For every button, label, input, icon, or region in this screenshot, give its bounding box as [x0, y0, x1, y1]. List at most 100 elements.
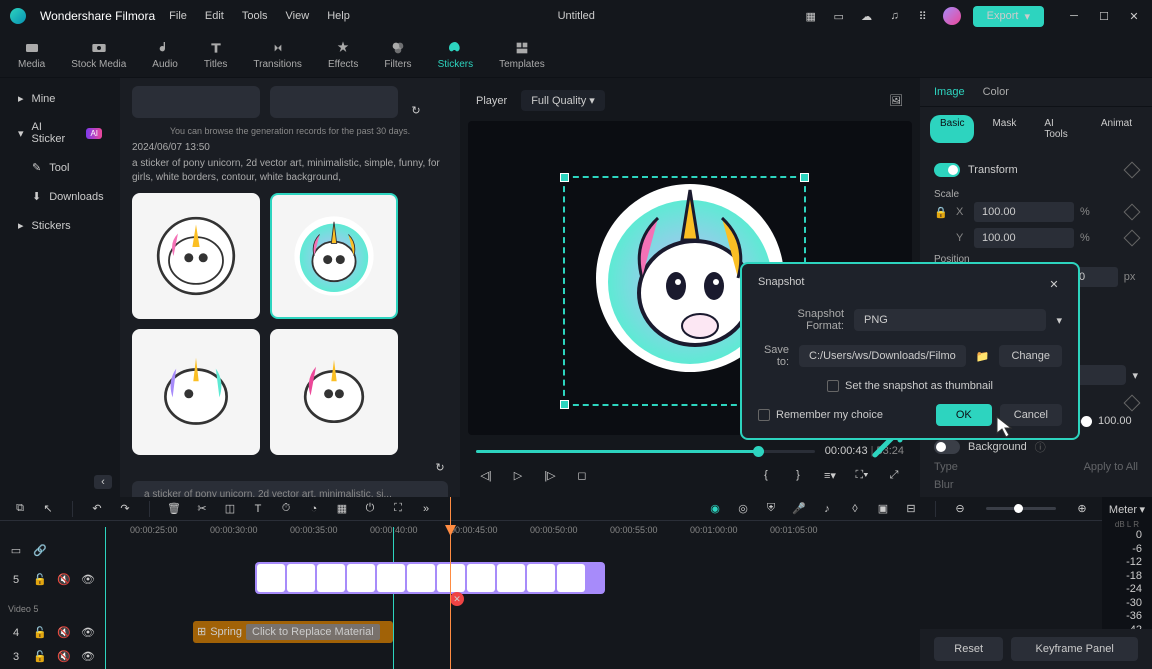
- ok-button[interactable]: OK: [936, 404, 992, 426]
- apps-icon[interactable]: ⠿: [915, 8, 931, 24]
- tool-effects[interactable]: Effects: [328, 40, 358, 70]
- render-icon[interactable]: ▣: [875, 501, 891, 517]
- zoom-slider[interactable]: [986, 507, 1056, 510]
- prev-frame-icon[interactable]: ◁|: [476, 465, 496, 485]
- out-point[interactable]: [393, 527, 394, 669]
- bracket-close-icon[interactable]: }: [788, 465, 808, 485]
- zoom-in-icon[interactable]: ⊕: [1074, 501, 1090, 517]
- link-icon[interactable]: 🔗: [32, 542, 48, 558]
- timeline-ruler[interactable]: 00:00:25:00 00:00:30:00 00:00:35:00 00:0…: [0, 521, 1102, 538]
- subtab-ai[interactable]: AI Tools: [1034, 115, 1083, 143]
- maximize-button[interactable]: ☐: [1096, 8, 1112, 24]
- gallery-prev-thumb[interactable]: [270, 86, 398, 118]
- headset-icon[interactable]: ♫: [887, 8, 903, 24]
- sticker-thumb-3[interactable]: [132, 329, 260, 455]
- playhead[interactable]: [450, 497, 451, 669]
- group-icon[interactable]: ⊟: [903, 501, 919, 517]
- circle1-icon[interactable]: ◉: [707, 501, 723, 517]
- video-clip[interactable]: [255, 562, 605, 594]
- thumb-checkbox[interactable]: [827, 380, 839, 392]
- image-icon[interactable]: 🖼: [888, 93, 904, 109]
- mute-icon[interactable]: 🔇: [56, 572, 72, 588]
- fullscreen-icon[interactable]: ⤢: [884, 465, 904, 485]
- mute-icon[interactable]: 🔇: [56, 649, 72, 665]
- tool-audio[interactable]: Audio: [152, 40, 178, 70]
- refresh-icon[interactable]: ↻: [408, 102, 424, 118]
- menu-edit[interactable]: Edit: [205, 10, 224, 22]
- in-point[interactable]: [105, 527, 106, 669]
- change-button[interactable]: Change: [999, 345, 1062, 367]
- sidebar-downloads[interactable]: ⬇Downloads: [8, 184, 112, 209]
- eye-icon[interactable]: 👁: [80, 625, 96, 641]
- resize-handle-tl[interactable]: [560, 173, 569, 182]
- sidebar-tool[interactable]: ✎Tool: [8, 155, 112, 180]
- scale-x-input[interactable]: [974, 202, 1074, 222]
- subtab-basic[interactable]: Basic: [930, 115, 974, 143]
- more-icon[interactable]: ⏻: [362, 501, 378, 517]
- scale-y-input[interactable]: [974, 228, 1074, 248]
- tab-color[interactable]: Color: [983, 86, 1009, 98]
- mark-icon[interactable]: ≡▾: [820, 465, 840, 485]
- sticker-thumb-1[interactable]: [132, 193, 260, 319]
- eye-icon[interactable]: 👁: [80, 572, 96, 588]
- tool-media[interactable]: Media: [18, 40, 45, 70]
- mic-icon[interactable]: 🎤: [791, 501, 807, 517]
- speed-icon[interactable]: ⏱: [278, 501, 294, 517]
- redo-icon[interactable]: ↷: [117, 501, 133, 517]
- dialog-close-icon[interactable]: ✕: [1046, 276, 1062, 292]
- resize-handle-bl[interactable]: [560, 400, 569, 409]
- bg-toggle[interactable]: [934, 440, 960, 454]
- keyframe-icon[interactable]: [1124, 162, 1141, 179]
- tool-transitions[interactable]: Transitions: [253, 40, 302, 70]
- apply-button[interactable]: Apply to All: [1084, 461, 1138, 473]
- menu-help[interactable]: Help: [327, 10, 350, 22]
- green-icon[interactable]: ▦: [334, 501, 350, 517]
- mute-icon[interactable]: 🔇: [56, 625, 72, 641]
- bracket-open-icon[interactable]: {: [756, 465, 776, 485]
- lock-track-icon[interactable]: 🔓: [32, 625, 48, 641]
- magnet-icon[interactable]: ⧉: [12, 501, 28, 517]
- sidebar-stickers[interactable]: ▸Stickers: [8, 213, 112, 238]
- track-icon[interactable]: ▭: [8, 542, 24, 558]
- track-num-icon[interactable]: 5: [8, 572, 24, 588]
- transform-toggle[interactable]: [934, 163, 960, 177]
- replace-clip[interactable]: ⊞Spring Click to Replace Material: [193, 621, 393, 643]
- sticker-thumb-2[interactable]: [270, 193, 398, 319]
- shield-icon[interactable]: ⛨: [763, 501, 779, 517]
- tool-templates[interactable]: Templates: [499, 40, 545, 70]
- track-num-icon[interactable]: 4: [8, 625, 24, 641]
- more2-icon[interactable]: ⛶: [390, 501, 406, 517]
- lock-icon[interactable]: 🔒: [934, 206, 950, 219]
- eye-icon[interactable]: 👁: [80, 649, 96, 665]
- format-select[interactable]: PNG: [854, 309, 1046, 331]
- crop-icon[interactable]: ⛶▾: [852, 465, 872, 485]
- tool-stickers[interactable]: Stickers: [438, 40, 474, 70]
- color-icon[interactable]: ◔: [306, 501, 322, 517]
- sidebar-mine[interactable]: ▸Mine: [8, 86, 112, 111]
- minimize-button[interactable]: ─: [1066, 8, 1082, 24]
- undo-icon[interactable]: ↶: [89, 501, 105, 517]
- gallery-prev-thumb[interactable]: [132, 86, 260, 118]
- layout-icon[interactable]: ▦: [803, 8, 819, 24]
- cloud-icon[interactable]: ☁: [859, 8, 875, 24]
- resize-handle-tr[interactable]: [800, 173, 809, 182]
- cut-icon[interactable]: ✂: [194, 501, 210, 517]
- menu-file[interactable]: File: [169, 10, 187, 22]
- tool-filters[interactable]: Filters: [384, 40, 411, 70]
- sidebar-collapse[interactable]: ‹: [94, 475, 112, 489]
- circle2-icon[interactable]: ◎: [735, 501, 751, 517]
- text-icon[interactable]: T: [250, 501, 266, 517]
- menu-view[interactable]: View: [286, 10, 310, 22]
- avatar[interactable]: [943, 7, 961, 25]
- zoom-out-icon[interactable]: ⊖: [952, 501, 968, 517]
- play-icon[interactable]: ▷: [508, 465, 528, 485]
- folder-icon[interactable]: 📁: [976, 348, 990, 364]
- subtab-mask[interactable]: Mask: [982, 115, 1026, 143]
- stop-icon[interactable]: ◻: [572, 465, 592, 485]
- display-icon[interactable]: ▭: [831, 8, 847, 24]
- lock-track-icon[interactable]: 🔓: [32, 649, 48, 665]
- mixer-icon[interactable]: ♪: [819, 501, 835, 517]
- next-frame-icon[interactable]: |▷: [540, 465, 560, 485]
- tool-titles[interactable]: Titles: [204, 40, 228, 70]
- tool-stock[interactable]: Stock Media: [71, 40, 126, 70]
